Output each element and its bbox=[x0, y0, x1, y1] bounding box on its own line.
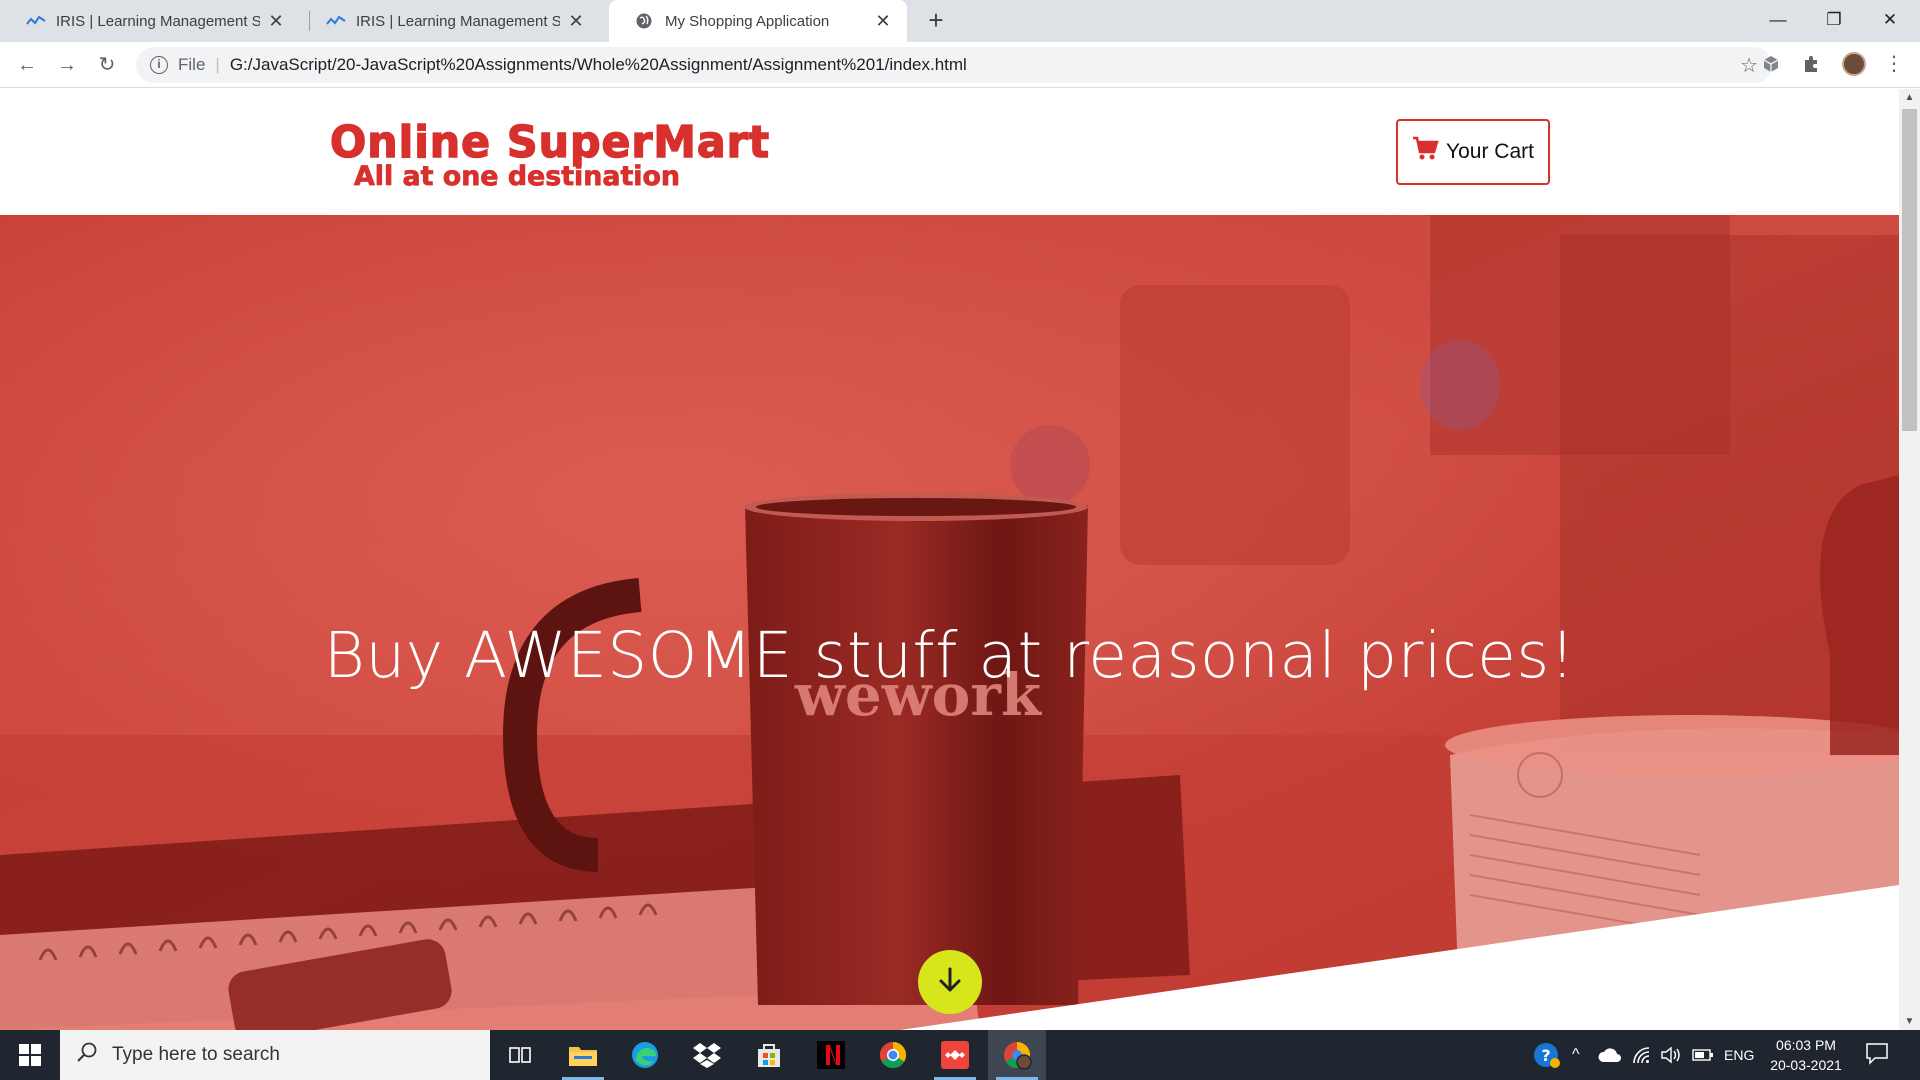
battery-icon[interactable] bbox=[1692, 1030, 1714, 1080]
wifi-icon[interactable] bbox=[1632, 1030, 1650, 1080]
tab-iris-2[interactable]: IRIS | Learning Management Syst ✕ bbox=[300, 0, 600, 42]
your-cart-button[interactable]: Your Cart bbox=[1396, 119, 1550, 185]
hero-banner: wework Buy AWESOME stuff at reasonal pri… bbox=[0, 215, 1899, 1030]
bookmark-star-icon[interactable]: ☆ bbox=[1740, 53, 1758, 78]
chrome-profile-icon[interactable] bbox=[988, 1030, 1046, 1080]
logo-tagline: All at one destination bbox=[354, 161, 680, 191]
forward-arrow-icon[interactable]: → bbox=[52, 50, 82, 80]
arrow-down-icon bbox=[937, 966, 963, 999]
taskbar-clock[interactable]: 06:03 PM 20-03-2021 bbox=[1760, 1035, 1852, 1075]
browser-menu-icon[interactable]: ⋮ bbox=[1884, 50, 1904, 78]
show-hidden-icons-chevron-icon[interactable]: ^ bbox=[1572, 1030, 1580, 1080]
minimize-icon[interactable]: — bbox=[1750, 0, 1806, 40]
tab-title: My Shopping Application bbox=[665, 12, 830, 30]
back-arrow-icon[interactable]: ← bbox=[12, 50, 42, 80]
url-scheme: File bbox=[178, 55, 206, 74]
profile-avatar[interactable] bbox=[1842, 52, 1866, 76]
url-separator: | bbox=[215, 55, 220, 74]
tab-iris-1[interactable]: IRIS | Learning Management Syst ✕ bbox=[0, 0, 300, 42]
extensions-puzzle-icon[interactable] bbox=[1800, 54, 1822, 76]
anydesk-icon[interactable] bbox=[926, 1030, 984, 1080]
help-icon[interactable]: ? bbox=[1532, 1030, 1562, 1080]
browser-tab-strip: IRIS | Learning Management Syst ✕ IRIS |… bbox=[0, 0, 1920, 42]
address-bar[interactable]: i File | G:/JavaScript/20-JavaScript%20A… bbox=[136, 47, 1772, 83]
action-center-notification-icon[interactable] bbox=[1864, 1040, 1894, 1070]
scroll-down-arrow-icon[interactable]: ▼ bbox=[1899, 1013, 1920, 1030]
microsoft-store-icon[interactable] bbox=[740, 1030, 798, 1080]
windows-logo-icon bbox=[19, 1044, 41, 1066]
tab-title: IRIS | Learning Management Syst bbox=[56, 12, 260, 30]
search-icon bbox=[76, 1041, 98, 1069]
close-tab-icon[interactable]: ✕ bbox=[873, 11, 893, 31]
shopping-cart-icon bbox=[1412, 136, 1440, 168]
chrome-icon[interactable] bbox=[864, 1030, 922, 1080]
scroll-up-arrow-icon[interactable]: ▲ bbox=[1899, 89, 1920, 106]
online-supermart-logo[interactable]: Online SuperMart All at one destination bbox=[328, 121, 774, 191]
tab-my-shopping-application[interactable]: My Shopping Application ✕ bbox=[609, 0, 907, 42]
reload-icon[interactable]: ↻ bbox=[92, 50, 122, 80]
close-window-icon[interactable]: ✕ bbox=[1862, 0, 1918, 40]
clock-time: 06:03 PM bbox=[1776, 1037, 1836, 1053]
restore-icon[interactable]: ❐ bbox=[1806, 0, 1862, 40]
browser-toolbar: ← → ↻ i File | G:/JavaScript/20-JavaScri… bbox=[0, 42, 1920, 88]
edge-browser-icon[interactable] bbox=[616, 1030, 674, 1080]
clock-date: 20-03-2021 bbox=[1770, 1057, 1842, 1073]
iris-favicon-icon bbox=[326, 15, 346, 27]
search-placeholder: Type here to search bbox=[112, 1044, 280, 1065]
site-header: Online SuperMart All at one destination … bbox=[0, 89, 1899, 215]
page-scrollbar[interactable]: ▲ ▼ bbox=[1899, 89, 1920, 1030]
scrollbar-thumb[interactable] bbox=[1902, 109, 1917, 431]
close-tab-icon[interactable]: ✕ bbox=[566, 11, 586, 31]
dropbox-icon[interactable] bbox=[678, 1030, 736, 1080]
hero-headline: Buy AWESOME stuff at reasonal prices! bbox=[323, 619, 1576, 692]
file-explorer-icon[interactable] bbox=[554, 1030, 612, 1080]
extension-cube-icon[interactable] bbox=[1760, 54, 1782, 76]
taskbar-search-box[interactable]: Type here to search bbox=[60, 1030, 490, 1080]
language-indicator[interactable]: ENG bbox=[1724, 1030, 1754, 1080]
scroll-down-button[interactable] bbox=[918, 950, 982, 1014]
onedrive-cloud-icon[interactable] bbox=[1598, 1030, 1622, 1080]
url-text[interactable]: G:/JavaScript/20-JavaScript%20Assignment… bbox=[230, 55, 967, 75]
globe-icon bbox=[635, 12, 655, 30]
svg-text:?: ? bbox=[1541, 1046, 1550, 1065]
windows-taskbar: Type here to search ? ^ ENG 06:03 PM 20-… bbox=[0, 1030, 1920, 1080]
cart-label: Your Cart bbox=[1446, 140, 1534, 163]
info-icon[interactable]: i bbox=[150, 56, 168, 74]
tab-title: IRIS | Learning Management Syst bbox=[356, 12, 560, 30]
windows-start-button[interactable] bbox=[0, 1030, 60, 1080]
task-view-icon[interactable] bbox=[491, 1030, 549, 1080]
page-viewport: Online SuperMart All at one destination … bbox=[0, 89, 1899, 1030]
iris-favicon-icon bbox=[26, 15, 46, 27]
close-tab-icon[interactable]: ✕ bbox=[266, 11, 286, 31]
netflix-icon[interactable] bbox=[802, 1030, 860, 1080]
new-tab-plus-icon[interactable]: + bbox=[922, 6, 950, 34]
volume-icon[interactable] bbox=[1660, 1030, 1682, 1080]
